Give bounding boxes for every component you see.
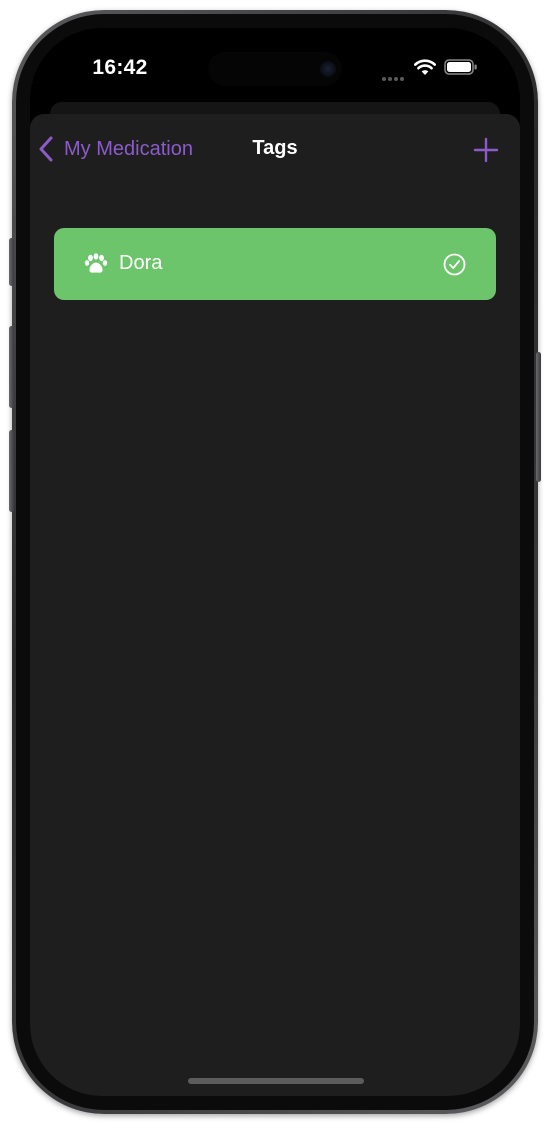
status-time: 16:42: [92, 56, 148, 79]
paw-icon: [84, 253, 108, 273]
volume-up-button: [9, 326, 14, 408]
page-title: Tags: [252, 137, 298, 159]
wifi-icon: [414, 59, 436, 75]
back-button[interactable]: My Medication: [38, 134, 193, 164]
camera-icon: [320, 61, 336, 77]
plus-icon[interactable]: [470, 134, 502, 166]
chevron-left-icon: [39, 136, 53, 162]
status-bar: 16:42: [30, 28, 520, 108]
action-button: [9, 238, 14, 286]
power-button: [536, 352, 541, 482]
tag-label: Dora: [119, 252, 163, 274]
battery-icon: [444, 59, 477, 75]
back-label: My Medication: [64, 137, 193, 160]
tags-sheet: My Medication Tags Dora: [30, 114, 520, 1096]
checkmark-circle-icon: [443, 253, 466, 276]
volume-down-button: [9, 430, 14, 512]
home-indicator[interactable]: [188, 1078, 364, 1084]
signal-dots-icon: [382, 68, 408, 81]
tag-row-dora[interactable]: Dora: [54, 228, 496, 300]
screen: 16:42 My Medication Tags Dora: [30, 28, 520, 1096]
navigation-bar: My Medication Tags: [30, 114, 520, 184]
